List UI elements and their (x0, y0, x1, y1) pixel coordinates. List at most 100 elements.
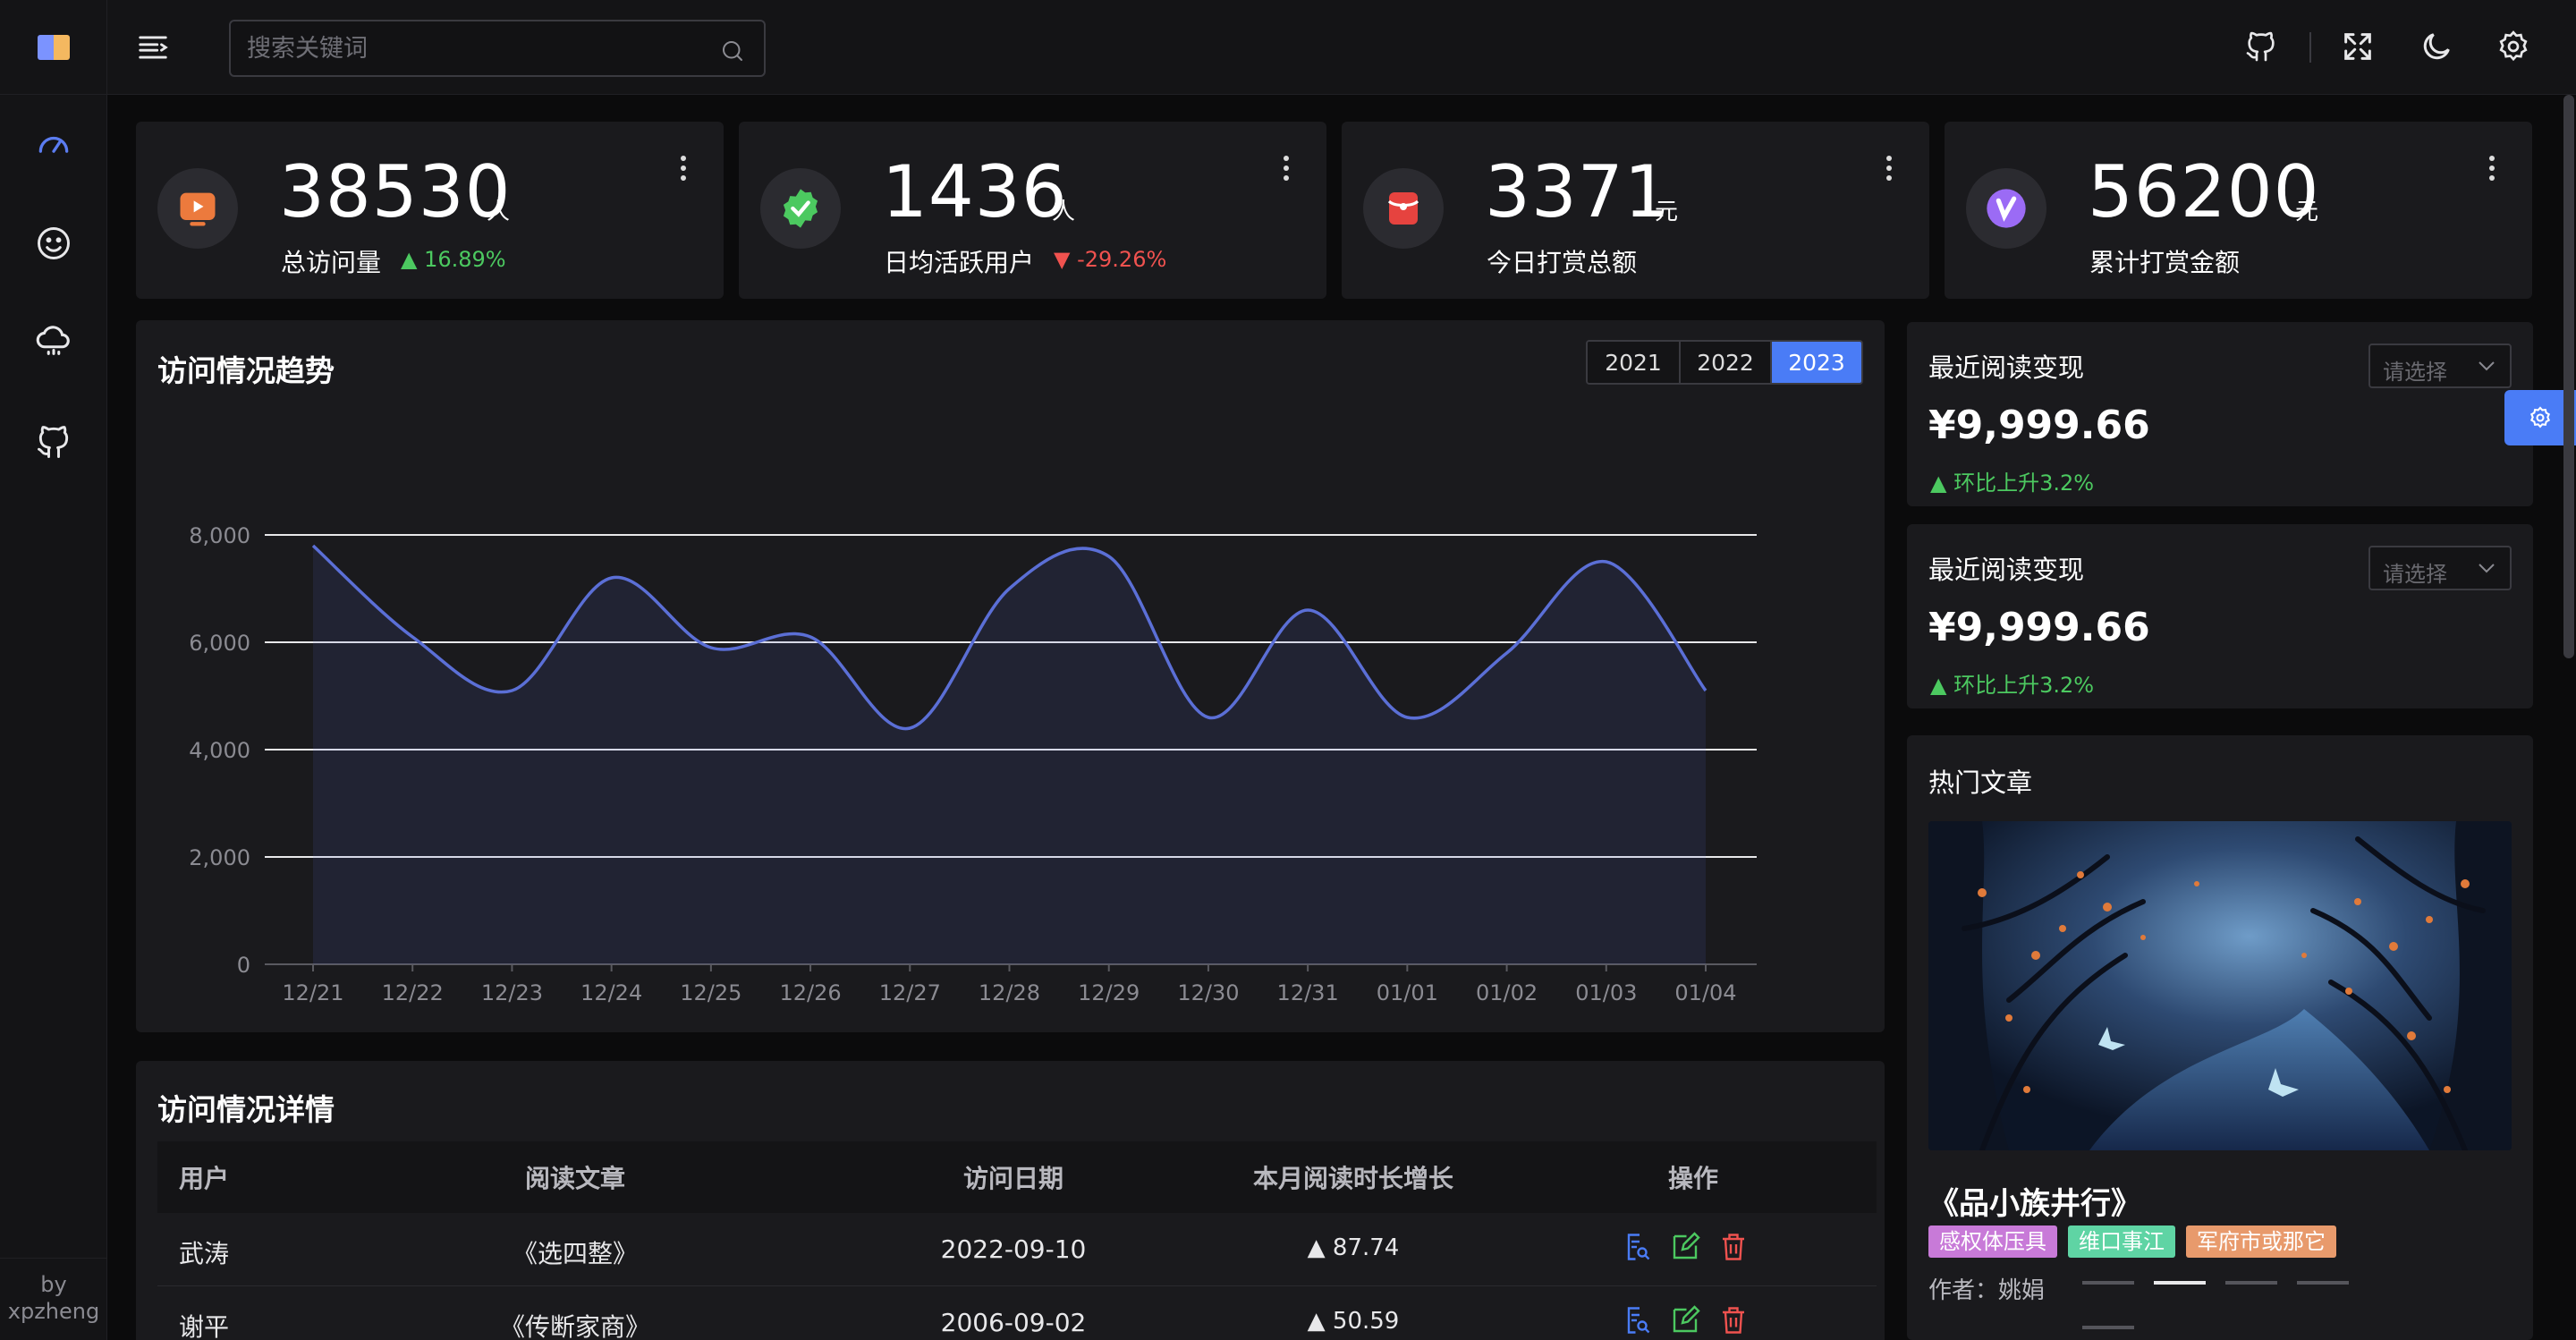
cell-growth: ▲ 50.59 (1307, 1308, 1400, 1335)
y-tick-label: 4,000 (189, 738, 250, 763)
y-tick-label: 0 (237, 953, 250, 978)
stat-value: 38530 (279, 150, 512, 233)
article-tag[interactable]: 感权体压具 (1928, 1226, 2057, 1258)
table-header: 用户 阅读文章 访问日期 本月阅读时长增长 操作 (157, 1141, 1877, 1213)
fullscreen-icon[interactable] (2340, 29, 2376, 64)
video-icon (157, 168, 238, 249)
search-input[interactable] (247, 30, 694, 66)
table-row: 武涛 《选四整》 2022-09-10 ▲ 87.74 (157, 1213, 1877, 1286)
column-header-user: 用户 (179, 1164, 230, 1193)
x-tick-label: 12/31 (1277, 980, 1339, 1005)
credit-by: by (40, 1272, 67, 1297)
cell-growth: ▲ 87.74 (1307, 1234, 1400, 1261)
settings-gear-icon[interactable] (2496, 29, 2531, 64)
search-icon[interactable] (719, 38, 746, 64)
x-tick-label: 01/03 (1575, 980, 1637, 1005)
sidebar-item-dashboard[interactable] (0, 98, 107, 188)
revenue-amount: ¥9,999.66 (1928, 605, 2150, 650)
column-header-actions: 操作 (1667, 1164, 1719, 1193)
article-cover-image[interactable] (1928, 821, 2512, 1150)
select-placeholder: 请选择 (2383, 360, 2447, 385)
delete-icon[interactable] (1717, 1304, 1750, 1336)
x-tick-label: 12/30 (1177, 980, 1239, 1005)
stat-card-today-tips: 3371 元 今日打赏总额 (1342, 122, 1929, 299)
cell-date: 2006-09-02 (940, 1308, 1087, 1337)
stat-card-total-visits: 38530 人 总访问量 ▲ 16.89% (136, 122, 724, 299)
cell-user: 武涛 (179, 1239, 230, 1268)
dark-mode-icon[interactable] (2419, 29, 2454, 64)
article-title[interactable]: 《品小族井行》 (1928, 1179, 2141, 1223)
author-credit: by xpzheng (0, 1258, 107, 1340)
article-author: 作者：姚娟 (1928, 1277, 2046, 1304)
stat-trend: ▲ 16.89% (401, 247, 506, 272)
menu-fold-icon[interactable] (136, 30, 170, 64)
stat-label: 累计打赏金额 (2089, 248, 2241, 277)
y-tick-label: 6,000 (189, 631, 250, 656)
period-select[interactable]: 请选择 (2368, 546, 2512, 590)
x-tick-label: 12/24 (580, 980, 642, 1005)
article-tag[interactable]: 维口事江 (2068, 1226, 2175, 1258)
more-options-icon[interactable] (681, 156, 688, 182)
verified-badge-icon (760, 168, 841, 249)
visit-trend-chart: 0 2,000 4,000 6,000 8,000 12/21 12/22 12/23 12/2… (189, 523, 1757, 1005)
year-2023-button[interactable]: 2023 (1770, 342, 1861, 383)
carousel-dot[interactable] (2082, 1281, 2134, 1285)
search-box[interactable] (229, 20, 766, 77)
stat-value: 1436 (882, 150, 1068, 233)
more-options-icon[interactable] (1284, 156, 1291, 182)
more-options-icon[interactable] (1886, 156, 1894, 182)
period-select[interactable]: 请选择 (2368, 343, 2512, 388)
stat-value: 56200 (2088, 150, 2320, 233)
app-logo[interactable] (0, 0, 107, 95)
carousel-dot[interactable] (2225, 1281, 2277, 1285)
stat-label: 今日打赏总额 (1487, 248, 1638, 277)
view-detail-icon[interactable] (1621, 1231, 1653, 1263)
github-icon[interactable] (2243, 29, 2279, 64)
stat-card-total-tips: 56200 元 累计打赏金额 (1945, 122, 2532, 299)
more-options-icon[interactable] (2489, 156, 2496, 182)
trend-area-fill (313, 546, 1706, 964)
y-tick-label: 8,000 (189, 523, 250, 548)
edit-icon[interactable] (1669, 1304, 1701, 1336)
stat-card-daily-active: 1436 人 日均活跃用户 ▼ -29.26% (739, 122, 1326, 299)
smile-icon (38, 227, 70, 259)
x-tick-label: 01/04 (1674, 980, 1736, 1005)
header-divider (2309, 32, 2311, 63)
y-tick-label: 2,000 (189, 845, 250, 870)
carousel-dot-active[interactable] (2154, 1281, 2206, 1285)
revenue-amount: ¥9,999.66 (1928, 403, 2150, 448)
sidebar-item-weather[interactable] (0, 297, 107, 386)
carousel-dot[interactable] (2297, 1281, 2349, 1285)
chevron-down-icon (2479, 361, 2495, 371)
dashboard-gauge-icon (38, 136, 69, 153)
stat-unit: 元 (1655, 199, 1679, 225)
year-2022-button[interactable]: 2022 (1679, 342, 1770, 383)
credit-author: xpzheng (7, 1299, 100, 1324)
sidebar-item-emoji[interactable] (0, 199, 107, 288)
visit-trend-card: 访问情况趋势 2021 2022 2023 0 2,000 4,000 6,000 8,… (136, 320, 1885, 1032)
edit-icon[interactable] (1669, 1231, 1701, 1263)
revenue-trend: ▲ 环比上升3.2% (1930, 471, 2095, 496)
carousel-dot[interactable] (2082, 1326, 2134, 1329)
cloud-rain-icon (36, 326, 70, 355)
select-placeholder: 请选择 (2383, 562, 2447, 587)
card-title: 访问情况详情 (157, 1092, 335, 1127)
sidebar-item-github[interactable] (0, 397, 107, 487)
red-envelope-icon (1363, 168, 1444, 249)
stat-label: 日均活跃用户 (884, 248, 1035, 277)
stat-unit: 元 (2295, 199, 2319, 225)
delete-icon[interactable] (1717, 1231, 1750, 1263)
scrollbar-thumb[interactable] (2563, 95, 2574, 658)
card-title: 热门文章 (1928, 768, 2033, 798)
x-tick-label: 12/21 (282, 980, 343, 1005)
table-row: 谢平 《传断家商》 2006-09-02 ▲ 50.59 (157, 1286, 1877, 1340)
stat-label: 总访问量 (281, 248, 382, 277)
cell-article: 《选四整》 (512, 1239, 639, 1268)
column-header-growth: 本月阅读时长增长 (1252, 1164, 1454, 1193)
settings-gear-icon (2529, 406, 2551, 428)
year-2021-button[interactable]: 2021 (1588, 342, 1679, 383)
view-detail-icon[interactable] (1621, 1304, 1653, 1336)
visit-details-card: 访问情况详情 用户 阅读文章 访问日期 本月阅读时长增长 操作 武涛 《选四整》… (136, 1061, 1885, 1340)
article-tag[interactable]: 军府市或那它 (2186, 1226, 2336, 1258)
chevron-down-icon (2479, 564, 2495, 573)
